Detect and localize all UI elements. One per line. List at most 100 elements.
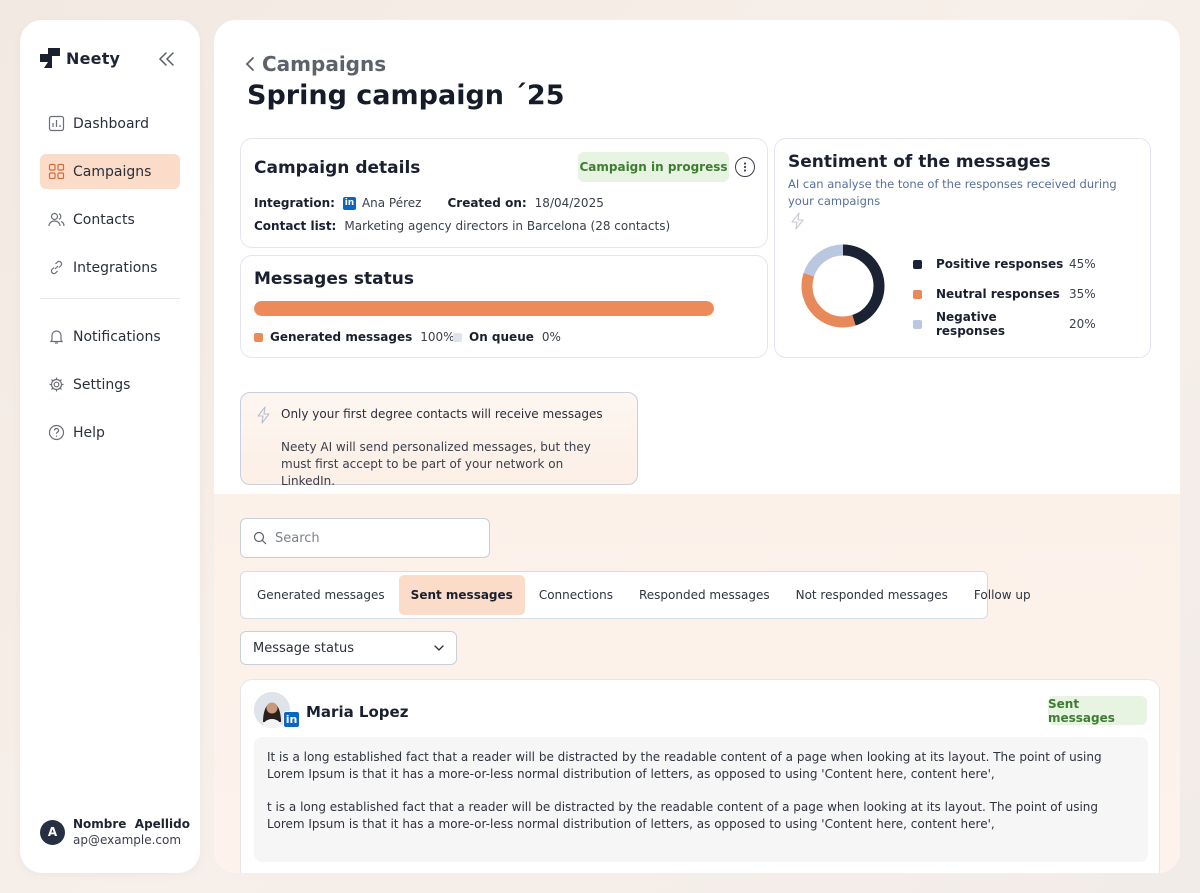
- gear-icon: [49, 377, 64, 392]
- sidebar-item-label: Dashboard: [73, 115, 149, 132]
- neety-logo-icon: [40, 48, 60, 68]
- contact-list-value: Marketing agency directors in Barcelona …: [344, 219, 671, 233]
- sentiment-row-neutral: Neutral responses 35%: [913, 279, 1103, 309]
- legend-value: 20%: [1069, 317, 1096, 331]
- message-card: in Maria Lopez Sent messages It is a lon…: [240, 679, 1160, 873]
- bell-icon: [49, 330, 64, 344]
- user-email: ap@example.com: [73, 833, 182, 847]
- status-badge: Campaign in progress: [578, 152, 729, 182]
- sidebar-item-label: Integrations: [73, 259, 158, 276]
- brand-name: Neety: [66, 48, 121, 68]
- chevron-down-icon: [434, 645, 444, 651]
- tab-generated-messages[interactable]: Generated messages: [245, 575, 397, 615]
- card-title: Campaign details: [254, 158, 421, 178]
- legend-value: 100%: [420, 330, 455, 344]
- select-label: Message status: [253, 640, 355, 656]
- legend-label: Positive responses: [936, 257, 1064, 271]
- status-badge: Sent messages: [1048, 696, 1147, 725]
- lightning-icon: [257, 406, 270, 424]
- sidebar-item-label: Help: [73, 424, 105, 441]
- legend-value: 35%: [1069, 287, 1096, 301]
- integration-value: Ana Pérez: [361, 196, 422, 210]
- link-icon: [50, 260, 63, 275]
- notice-body: Neety AI will send personalized messages…: [281, 440, 591, 488]
- sentiment-card: Sentiment of the messages AI can analyse…: [774, 138, 1151, 358]
- linkedin-icon: in: [283, 711, 300, 728]
- more-vertical-icon: [743, 162, 747, 172]
- grid-icon: [48, 163, 65, 180]
- sentiment-row-negative: Negative responses 20%: [913, 309, 1103, 339]
- user-name: Nombre Apellido: [73, 817, 190, 831]
- chart-icon: [48, 115, 65, 132]
- help-icon: [48, 424, 65, 441]
- sidebar-item-label: Contacts: [73, 211, 135, 228]
- tab-connections[interactable]: Connections: [527, 575, 625, 615]
- sentiment-row-positive: Positive responses 45%: [913, 249, 1103, 279]
- double-chevron-left-icon: [158, 52, 174, 66]
- collapse-sidebar-button[interactable]: [157, 50, 177, 68]
- sidebar-item-dashboard[interactable]: Dashboard: [40, 106, 180, 141]
- back-label: Campaigns: [262, 52, 387, 76]
- avatar: A: [40, 819, 65, 845]
- sidebar-item-campaigns[interactable]: Campaigns: [40, 154, 180, 189]
- users-icon: [48, 212, 65, 227]
- card-title: Messages status: [254, 269, 414, 289]
- back-link[interactable]: Campaigns: [244, 52, 386, 76]
- sidebar-nav: Dashboard Campaigns Contacts Integration…: [40, 106, 180, 463]
- integration-key: Integration:: [254, 196, 335, 210]
- page-title: Spring campaign ´25: [247, 80, 565, 111]
- message-body: It is a long established fact that a rea…: [254, 737, 1148, 862]
- progress-bar: [254, 301, 714, 316]
- legend-generated: Generated messages 100%: [254, 330, 455, 344]
- sidebar: Neety Dashboard Campaigns Contacts Integ…: [20, 20, 200, 873]
- campaign-details-card: Campaign details Campaign in progress In…: [240, 138, 768, 248]
- legend-value: 45%: [1069, 257, 1096, 271]
- sidebar-item-contacts[interactable]: Contacts: [40, 202, 180, 237]
- linkedin-icon: in: [342, 196, 356, 210]
- sentiment-donut-chart: [801, 244, 885, 328]
- message-paragraph: It is a long established fact that a rea…: [267, 750, 1102, 781]
- sidebar-item-label: Notifications: [73, 328, 161, 345]
- sidebar-item-integrations[interactable]: Integrations: [40, 250, 180, 285]
- info-notice: Only your first degree contacts will rec…: [240, 392, 638, 488]
- nav-divider: [40, 298, 180, 299]
- user-profile[interactable]: A Nombre Apellido ap@example.com: [40, 817, 190, 847]
- legend-label: Generated messages: [270, 330, 413, 344]
- sidebar-item-label: Settings: [73, 376, 131, 393]
- message-status-select[interactable]: Message status: [240, 631, 457, 665]
- more-options-button[interactable]: [735, 157, 755, 177]
- contact-name: Maria Lopez: [306, 703, 409, 721]
- tab-sent-messages[interactable]: Sent messages: [398, 575, 525, 615]
- progress-fill: [254, 301, 714, 316]
- legend-label: On queue: [469, 330, 534, 344]
- brand[interactable]: Neety: [40, 48, 120, 68]
- created-key: Created on:: [447, 196, 527, 210]
- chevron-left-icon: [245, 57, 254, 71]
- sentiment-subtitle: AI can analyse the tone of the responses…: [788, 177, 1117, 208]
- sidebar-item-label: Campaigns: [73, 163, 152, 180]
- search-icon: [253, 531, 267, 545]
- created-value: 18/04/2025: [534, 196, 604, 210]
- legend-label: Neutral responses: [936, 287, 1060, 301]
- sidebar-item-help[interactable]: Help: [40, 415, 180, 450]
- sentiment-legend: Positive responses 45% Neutral responses…: [913, 249, 1103, 339]
- search-input[interactable]: [275, 530, 475, 546]
- message-tabs: Generated messages Sent messages Connect…: [240, 571, 1031, 619]
- card-title: Sentiment of the messages: [788, 152, 1051, 172]
- legend-swatch: [913, 289, 922, 299]
- tab-follow-up[interactable]: Follow up: [962, 575, 1043, 615]
- search-box[interactable]: [240, 518, 490, 558]
- contact-list-row: Contact list: Marketing agency directors…: [254, 219, 670, 233]
- main-panel: Campaigns Spring campaign ´25 Campaign d…: [214, 20, 1180, 873]
- contact-list-key: Contact list:: [254, 219, 337, 233]
- lightning-icon: [791, 212, 804, 230]
- legend-label: Negative responses: [936, 310, 1005, 338]
- messages-status-card: Messages status Generated messages 100% …: [240, 255, 768, 358]
- tab-not-responded-messages[interactable]: Not responded messages: [784, 575, 960, 615]
- tab-responded-messages[interactable]: Responded messages: [627, 575, 782, 615]
- message-paragraph: t is a long established fact that a read…: [267, 800, 1099, 831]
- sidebar-item-settings[interactable]: Settings: [40, 367, 180, 402]
- sidebar-item-notifications[interactable]: Notifications: [40, 319, 180, 354]
- legend-swatch: [453, 332, 462, 342]
- notice-title: Only your first degree contacts will rec…: [281, 407, 603, 421]
